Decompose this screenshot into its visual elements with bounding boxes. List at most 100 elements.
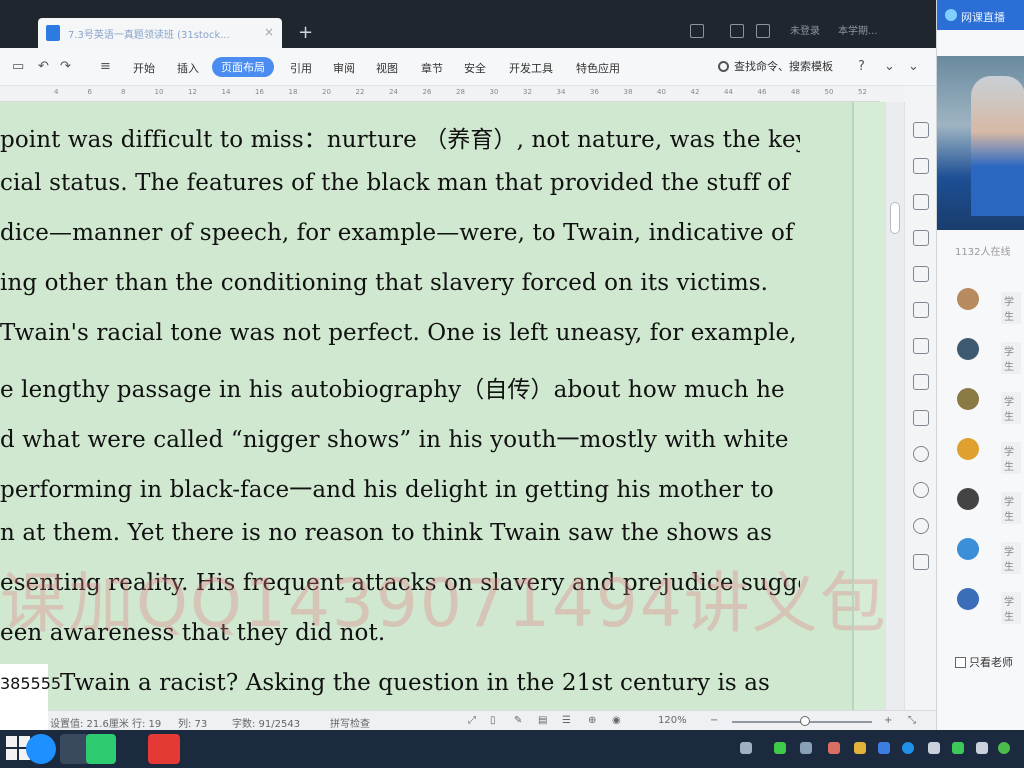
zoom-out-button[interactable]: − [710, 715, 718, 726]
text-line[interactable]: ing other than the conditioning that sla… [0, 270, 800, 296]
ruler-tick: 8 [121, 88, 126, 96]
menu-section[interactable]: 章节 [421, 60, 443, 76]
customize-icon[interactable]: ≡ [100, 59, 111, 74]
menu-view[interactable]: 视图 [376, 60, 398, 76]
help-circle-icon[interactable] [913, 518, 929, 534]
student-item[interactable]: 学生 [957, 336, 1021, 374]
window-icon[interactable] [730, 24, 744, 38]
menu-home[interactable]: 开始 [133, 60, 155, 76]
lock-icon[interactable] [913, 554, 929, 570]
checkbox[interactable] [955, 656, 966, 668]
scrollbar-thumb[interactable] [890, 202, 900, 234]
zoom-slider-knob[interactable] [800, 716, 810, 726]
history-icon[interactable] [913, 482, 929, 498]
pen-icon[interactable] [913, 122, 929, 138]
menu-developer[interactable]: 开发工具 [509, 60, 553, 76]
save-icon[interactable]: ▭ [12, 59, 24, 74]
fit-window-icon[interactable]: ⤡ [908, 715, 916, 726]
account-text[interactable]: 本学期... [838, 22, 878, 37]
text-line[interactable]: point was difficult to miss：nurture （养育）… [0, 120, 800, 154]
tray-folder-icon[interactable] [854, 742, 866, 754]
text-line[interactable]: d what were called “nigger shows” in his… [0, 420, 800, 454]
network-icon[interactable] [800, 742, 812, 754]
share-doc-icon[interactable] [913, 338, 929, 354]
undo-icon[interactable]: ↶ [38, 59, 49, 74]
keyboard-icon[interactable] [740, 742, 752, 754]
document-area[interactable]: point was difficult to miss：nurture （养育）… [0, 102, 954, 710]
browser-app-icon[interactable] [26, 734, 56, 764]
shape-icon[interactable] [913, 194, 929, 210]
tray-app-icon[interactable] [828, 742, 840, 754]
ruler-tick: 10 [154, 88, 164, 96]
text-line[interactable]: Twain's racial tone was not perfect. One… [0, 320, 800, 346]
student-item[interactable]: 学生 [957, 386, 1021, 424]
layout-icon[interactable] [690, 24, 704, 38]
menu-review[interactable]: 审阅 [333, 60, 355, 76]
zoom-level[interactable]: 120% [658, 715, 687, 726]
action-center-icon[interactable] [976, 742, 988, 754]
menu-security[interactable]: 安全 [464, 60, 486, 76]
text-line[interactable]: e lengthy passage in his autobiography（自… [0, 370, 800, 404]
help-icon[interactable]: ? [858, 59, 865, 74]
text-line[interactable]: dice—manner of speech, for example—were,… [0, 220, 800, 246]
text-line[interactable]: cial status. The features of the black m… [0, 170, 800, 196]
student-name: 学生 [1001, 492, 1021, 524]
eye-icon[interactable]: ◉ [612, 715, 621, 726]
menu-insert[interactable]: 插入 [177, 60, 199, 76]
share-icon[interactable] [756, 24, 770, 38]
student-item[interactable]: 学生 [957, 536, 1021, 574]
wechat-icon[interactable] [952, 742, 964, 754]
vertical-scrollbar[interactable] [886, 102, 904, 710]
redo-icon[interactable]: ↷ [60, 59, 71, 74]
status-wordcount[interactable]: 字数: 91/2543 [232, 715, 300, 730]
read-mode-icon[interactable]: ▯ [490, 715, 496, 726]
ruler-tick: 34 [556, 88, 566, 96]
zoom-in-button[interactable]: + [884, 715, 892, 726]
new-tab-button[interactable]: + [298, 22, 313, 43]
ruler-tick: 4 [54, 88, 59, 96]
text-line[interactable]: n at them. Yet there is no reason to thi… [0, 520, 800, 546]
pointer-icon[interactable] [913, 158, 929, 174]
only-teacher-toggle[interactable]: 只看老师 [955, 654, 1013, 670]
media-player-icon[interactable] [86, 734, 116, 764]
status-spellcheck[interactable]: 拼写检查 [330, 715, 370, 730]
document-icon[interactable] [913, 302, 929, 318]
horizontal-ruler[interactable]: 4 6 8 10 12 14 16 18 20 22 24 26 28 30 32 34 36 38 40 42 44 4… [0, 86, 880, 102]
chevron-down-icon[interactable]: ⌄ [908, 59, 919, 74]
outline-view-icon[interactable]: ☰ [562, 715, 571, 726]
menu-special-apps[interactable]: 特色应用 [576, 60, 620, 76]
student-item[interactable]: 学生 [957, 586, 1021, 624]
shield-icon[interactable] [878, 742, 890, 754]
battery-icon[interactable] [774, 742, 786, 754]
text-line[interactable]: Twain a racist? Asking the question in t… [60, 670, 800, 696]
command-search[interactable]: 查找命令、搜索模板 [718, 58, 833, 74]
fullscreen-icon[interactable]: ⤢ [468, 715, 476, 726]
only-teacher-label: 只看老师 [969, 656, 1013, 669]
tray-app2-icon[interactable] [902, 742, 914, 754]
login-status[interactable]: 未登录 [790, 22, 820, 37]
student-item[interactable]: 学生 [957, 486, 1021, 524]
collapse-ribbon-icon[interactable]: ⌄ [884, 59, 895, 74]
location-icon[interactable] [913, 446, 929, 462]
student-item[interactable]: 学生 [957, 286, 1021, 324]
menu-page-layout[interactable]: 页面布局 [212, 57, 274, 77]
volume-icon[interactable] [928, 742, 940, 754]
ff-app-icon[interactable] [148, 734, 180, 764]
edit-icon[interactable]: ✎ [514, 715, 522, 726]
avatar [957, 288, 979, 310]
webcam-video[interactable] [937, 56, 1024, 230]
image-icon[interactable] [913, 410, 929, 426]
transform-icon[interactable] [913, 266, 929, 282]
page-view-icon[interactable]: ▤ [538, 715, 547, 726]
document-page[interactable]: point was difficult to miss：nurture （养育）… [0, 102, 954, 710]
document-tab[interactable]: 7.3号英语一真题领读班 (31stock... × [38, 18, 282, 48]
storage-icon[interactable] [913, 374, 929, 390]
close-tab-icon[interactable]: × [264, 25, 274, 39]
menu-references[interactable]: 引用 [290, 60, 312, 76]
student-item[interactable]: 学生 [957, 436, 1021, 474]
avatar [957, 388, 979, 410]
text-line[interactable]: performing in black-face一and his delight… [0, 470, 800, 504]
tray-app3-icon[interactable] [998, 742, 1010, 754]
adjust-icon[interactable] [913, 230, 929, 246]
web-view-icon[interactable]: ⊕ [588, 715, 596, 726]
